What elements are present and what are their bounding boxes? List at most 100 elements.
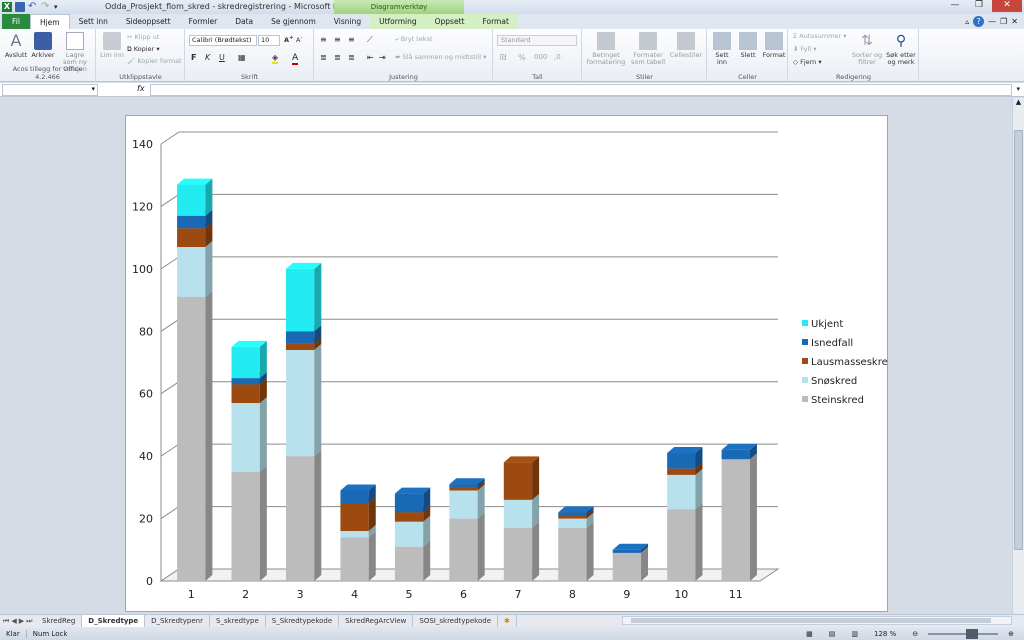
workbook-close-icon[interactable]: ✕	[1011, 17, 1018, 26]
merge-center-button[interactable]: ⬌ Slå sammen og midtstill ▾	[395, 53, 486, 61]
decimal-icon[interactable]: ,0	[554, 53, 561, 61]
page-layout-view-icon[interactable]: ▤	[823, 630, 842, 638]
first-sheet-icon[interactable]: ⏮	[3, 617, 9, 626]
borders-icon[interactable]: ▦	[238, 53, 246, 62]
copy-button[interactable]: ⧉ Kopier ▾	[127, 45, 160, 54]
scroll-up-icon[interactable]: ▲	[1013, 98, 1024, 106]
zoom-slider[interactable]	[928, 628, 999, 639]
tab-layout[interactable]: Oppsett	[425, 14, 474, 29]
next-sheet-icon[interactable]: ▶	[19, 617, 24, 626]
insert-sheet-icon[interactable]: ✱	[498, 615, 517, 627]
page-break-view-icon[interactable]: ▥	[845, 630, 864, 638]
x-tick-label: 1	[188, 588, 195, 601]
format-as-table-button[interactable]: Formater som tabell	[629, 32, 667, 66]
align-bottom-icon[interactable]: ≡	[348, 35, 355, 44]
tab-home[interactable]: Hjem	[29, 14, 70, 29]
sheet-tab-d-skredtypenr[interactable]: D_Skredtypenr	[145, 615, 210, 627]
shrink-font-button[interactable]: A-	[296, 35, 302, 44]
sheet-tab-skredreg[interactable]: SkredReg	[36, 615, 83, 627]
cut-button[interactable]: ✂ Klipp ut	[127, 33, 159, 41]
grow-font-button[interactable]: A+	[284, 35, 294, 44]
autosum-button[interactable]: Σ Autosummer ▾	[793, 32, 846, 40]
tab-review[interactable]: Se gjennom	[262, 14, 325, 29]
align-middle-icon[interactable]: ≡	[334, 35, 341, 44]
formula-input[interactable]	[150, 84, 1012, 96]
font-color-icon[interactable]: A	[292, 53, 299, 65]
align-left-icon[interactable]: ≣	[320, 53, 327, 62]
currency-icon[interactable]: ₪	[500, 53, 506, 62]
normal-view-icon[interactable]: ▦	[800, 630, 819, 638]
insert-cells-button[interactable]: Sett inn	[710, 32, 734, 66]
tab-data[interactable]: Data	[226, 14, 262, 29]
conditional-formatting-button[interactable]: Betinget formatering	[585, 32, 627, 66]
scroll-thumb[interactable]	[1014, 130, 1023, 550]
format-cells-button[interactable]: Format	[762, 32, 786, 59]
tab-format[interactable]: Format	[473, 14, 518, 29]
bold-button[interactable]: F	[191, 53, 196, 62]
tab-view[interactable]: Visning	[325, 14, 370, 29]
minimize-icon[interactable]: —	[944, 0, 966, 12]
tab-page-layout[interactable]: Sideoppsett	[117, 14, 180, 29]
minimize-ribbon-icon[interactable]: ▵	[965, 17, 969, 26]
paste-button[interactable]: Lim inn	[100, 32, 124, 59]
wrap-text-button[interactable]: ⤶ Bryt tekst	[395, 35, 433, 44]
restore-icon[interactable]: ❐	[968, 0, 990, 12]
italic-button[interactable]: K	[205, 53, 210, 62]
close-icon[interactable]: ✕	[992, 0, 1022, 12]
zoom-out-icon[interactable]: ⊖	[906, 630, 924, 638]
sheet-tab-d-skredtype[interactable]: D_Skredtype	[82, 615, 146, 627]
hscroll-thumb[interactable]	[631, 618, 991, 623]
zoom-level[interactable]: 128 %	[868, 630, 902, 638]
expand-formula-icon[interactable]: ▾	[1016, 85, 1020, 93]
fx-icon[interactable]: fx	[137, 84, 145, 93]
redo-icon[interactable]: ↷	[41, 2, 51, 12]
save-icon[interactable]	[15, 2, 25, 12]
underline-button[interactable]: U	[219, 53, 225, 62]
tab-insert[interactable]: Sett inn	[70, 14, 117, 29]
delete-cells-button[interactable]: Slett	[736, 32, 760, 59]
sheet-tab-sosi-skredtypekode[interactable]: SOSI_skredtypekode	[413, 615, 499, 627]
tab-design[interactable]: Utforming	[370, 14, 426, 29]
align-right-icon[interactable]: ≣	[348, 53, 355, 62]
find-select-button[interactable]: ⚲ Søk etter og merk	[885, 32, 917, 66]
zoom-in-icon[interactable]: ⊕	[1002, 630, 1020, 638]
decrease-indent-icon[interactable]: ⇤	[367, 53, 374, 62]
customize-qat-icon[interactable]: ▾	[54, 2, 64, 12]
font-size-select[interactable]: 10	[258, 35, 280, 46]
arkiver-button[interactable]: Arkiver	[30, 32, 56, 59]
increase-indent-icon[interactable]: ⇥	[379, 53, 386, 62]
name-box[interactable]: ▾	[2, 84, 98, 96]
stacked-3d-column-chart[interactable]: 0 20 40 60 80 100 120 140 1 2 3 4 5 6 7 8 9 10 11 Ukjent Isn…	[126, 116, 887, 611]
avslutt-button[interactable]: A Avslutt	[4, 32, 28, 59]
prev-sheet-icon[interactable]: ◀	[11, 617, 16, 626]
cell-styles-button[interactable]: Cellestiler	[669, 32, 703, 59]
help-icon[interactable]: ?	[973, 16, 985, 27]
name-box-dropdown-icon[interactable]: ▾	[91, 85, 95, 93]
sheet-tab-skredregarcview[interactable]: SkredRegArcView	[339, 615, 414, 627]
font-name-select[interactable]: Calibri (Brødtekst)	[189, 35, 257, 46]
workbook-minimize-icon[interactable]: —	[988, 17, 996, 26]
sort-filter-button[interactable]: ⇅ Sorter og filtrer	[851, 32, 883, 66]
align-top-icon[interactable]: ≡	[320, 35, 327, 44]
sheet-tab-s-skredtype[interactable]: S_skredtype	[210, 615, 266, 627]
clear-button[interactable]: ◇ Fjern ▾	[793, 58, 822, 66]
tab-formulas[interactable]: Formler	[180, 14, 227, 29]
zoom-slider-thumb[interactable]	[966, 628, 979, 639]
chart-area[interactable]: 0 20 40 60 80 100 120 140 1 2 3 4 5 6 7 8 9 10 11 Ukjent Isn…	[125, 115, 888, 612]
bar-front	[449, 484, 478, 488]
tab-file[interactable]: Fil	[2, 14, 30, 29]
format-painter-button[interactable]: 🖌 Kopier format	[127, 57, 182, 65]
workbook-restore-icon[interactable]: ❐	[1000, 17, 1007, 26]
sheet-tab-s-skredtypekode[interactable]: S_Skredtypekode	[266, 615, 340, 627]
undo-icon[interactable]: ↶	[28, 2, 38, 12]
percent-icon[interactable]: %	[518, 53, 526, 62]
align-center-icon[interactable]: ≣	[334, 53, 341, 62]
fill-color-icon[interactable]: ◈	[272, 53, 279, 64]
fill-button[interactable]: ⬇ Fyll ▾	[793, 45, 816, 53]
last-sheet-icon[interactable]: ⏭	[26, 617, 32, 626]
vertical-scrollbar[interactable]: ▲	[1012, 98, 1024, 614]
comma-style-icon[interactable]: 000	[534, 53, 547, 61]
horizontal-scrollbar[interactable]	[622, 616, 1012, 625]
orientation-icon[interactable]: ⟋	[367, 35, 373, 45]
number-format-select[interactable]: Standard	[497, 35, 577, 46]
